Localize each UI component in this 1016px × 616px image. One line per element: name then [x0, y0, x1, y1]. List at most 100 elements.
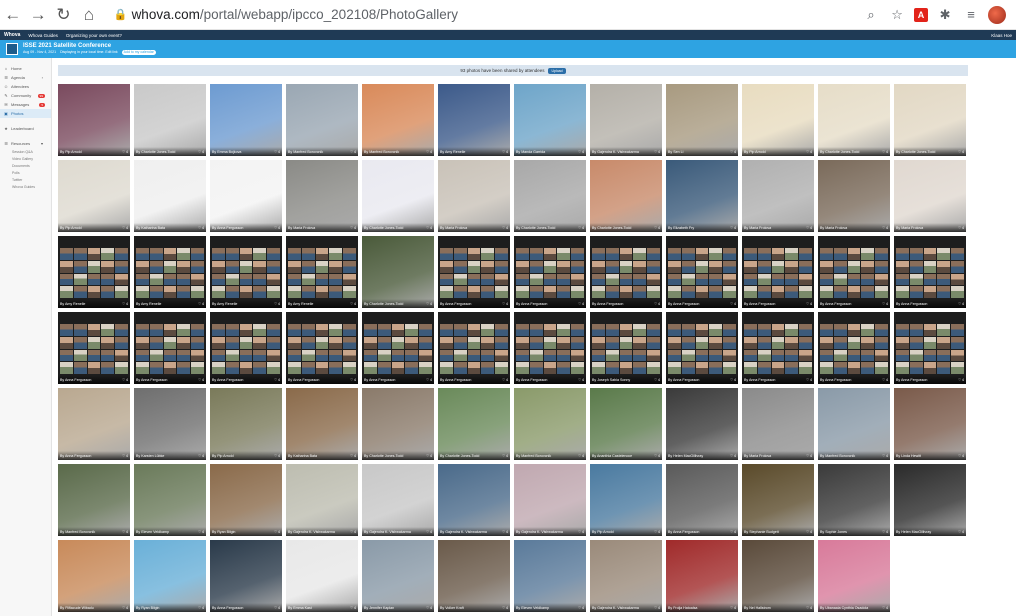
photo-tile[interactable]: By Maria Frolova ♡ 4: [742, 388, 814, 460]
photo-tile[interactable]: By Ryan Bilgin ♡ 4: [210, 464, 282, 536]
like-icon[interactable]: ♡ 4: [198, 606, 204, 610]
sidebar-item-attendees[interactable]: ☺ Attendees: [0, 82, 51, 91]
like-icon[interactable]: ♡ 4: [578, 378, 584, 382]
add-calendar-button[interactable]: Add to my calendar: [121, 50, 156, 55]
like-icon[interactable]: ♡ 4: [502, 530, 508, 534]
like-icon[interactable]: ♡ 4: [274, 378, 280, 382]
like-icon[interactable]: ♡ 4: [502, 302, 508, 306]
like-icon[interactable]: ♡ 4: [578, 150, 584, 154]
like-icon[interactable]: ♡ 4: [882, 530, 888, 534]
like-icon[interactable]: ♡ 4: [654, 530, 660, 534]
like-icon[interactable]: ♡ 4: [730, 454, 736, 458]
photo-tile[interactable]: By Anna Fergusson ♡ 4: [362, 312, 434, 384]
like-icon[interactable]: ♡ 4: [730, 150, 736, 154]
photo-tile[interactable]: By Stephanie Budgett ♡ 4: [742, 464, 814, 536]
photo-tile[interactable]: By Joseph Sabia Sonny ♡ 4: [590, 312, 662, 384]
photo-tile[interactable]: By Pip Arnold ♡ 4: [58, 160, 130, 232]
sidebar-sub-item[interactable]: Documents: [0, 162, 51, 169]
like-icon[interactable]: ♡ 4: [426, 454, 432, 458]
like-icon[interactable]: ♡ 4: [122, 226, 128, 230]
photo-tile[interactable]: By Charlotte Jones-Todd ♡ 4: [362, 236, 434, 308]
like-icon[interactable]: ♡ 4: [882, 454, 888, 458]
photo-tile[interactable]: By Manfred Borovcnik ♡ 4: [286, 84, 358, 156]
photo-tile[interactable]: By Anna Fergusson ♡ 4: [514, 312, 586, 384]
photo-tile[interactable]: By Pip Arnold ♡ 4: [58, 84, 130, 156]
photo-tile[interactable]: By Anna Fergusson ♡ 4: [666, 236, 738, 308]
photo-tile[interactable]: By Eleven Veldkamp ♡ 4: [134, 464, 206, 536]
like-icon[interactable]: ♡ 4: [882, 302, 888, 306]
like-icon[interactable]: ♡ 4: [958, 454, 964, 458]
photo-tile[interactable]: By Anna Fergusson ♡ 4: [286, 312, 358, 384]
photo-tile[interactable]: By Anna Fergusson ♡ 4: [894, 312, 966, 384]
like-icon[interactable]: ♡ 4: [350, 454, 356, 458]
reading-list-icon[interactable]: ≡: [962, 6, 980, 24]
photo-tile[interactable]: By Fiifiacude Wibadu ♡ 4: [58, 540, 130, 612]
back-icon[interactable]: ←: [0, 1, 25, 29]
like-icon[interactable]: ♡ 4: [730, 378, 736, 382]
organize-event-link[interactable]: Organizing your own event?: [66, 33, 122, 38]
upload-button[interactable]: Upload: [548, 67, 566, 74]
sidebar-sub-item[interactable]: Session Q&A: [0, 148, 51, 155]
photo-tile[interactable]: By Anna Fergusson ♡ 4: [438, 312, 510, 384]
address-bar[interactable]: 🔒 whova.com/portal/webapp/ipcco_202108/P…: [110, 3, 862, 27]
like-icon[interactable]: ♡ 4: [958, 226, 964, 230]
like-icon[interactable]: ♡ 4: [350, 378, 356, 382]
photo-tile[interactable]: By Anna Fergusson ♡ 4: [58, 388, 130, 460]
like-icon[interactable]: ♡ 4: [806, 378, 812, 382]
photo-tile[interactable]: By Pip Arnold ♡ 4: [210, 388, 282, 460]
reload-icon[interactable]: ↻: [51, 1, 76, 29]
like-icon[interactable]: ♡ 4: [198, 378, 204, 382]
photo-tile[interactable]: By Volker Kraft ♡ 4: [438, 540, 510, 612]
photo-tile[interactable]: By Gajendra K. Vishwakarma ♡ 4: [286, 464, 358, 536]
pdf-extension-icon[interactable]: A: [914, 7, 929, 22]
sidebar-sub-item[interactable]: Twitter: [0, 176, 51, 183]
sidebar-item-home[interactable]: ⌂ Home: [0, 64, 51, 73]
photo-tile[interactable]: By Karsten Lübke ♡ 4: [134, 388, 206, 460]
like-icon[interactable]: ♡ 4: [654, 454, 660, 458]
like-icon[interactable]: ♡ 4: [958, 378, 964, 382]
like-icon[interactable]: ♡ 4: [654, 226, 660, 230]
whova-logo[interactable]: Whova: [4, 32, 20, 38]
photo-tile[interactable]: By Amy Renelle ♡ 4: [58, 236, 130, 308]
like-icon[interactable]: ♡ 4: [426, 378, 432, 382]
photo-tile[interactable]: By Charlotte Jones-Todd ♡ 4: [134, 84, 206, 156]
photo-tile[interactable]: By Anna Fergusson ♡ 4: [666, 312, 738, 384]
like-icon[interactable]: ♡ 4: [274, 302, 280, 306]
sidebar-item-photos[interactable]: ▣ Photos: [0, 109, 51, 118]
like-icon[interactable]: ♡ 4: [806, 302, 812, 306]
like-icon[interactable]: ♡ 4: [578, 226, 584, 230]
photo-tile[interactable]: By Charlotte Jones-Todd ♡ 4: [362, 388, 434, 460]
like-icon[interactable]: ♡ 4: [730, 530, 736, 534]
photo-tile[interactable]: By Emma Kast ♡ 4: [286, 540, 358, 612]
like-icon[interactable]: ♡ 4: [578, 302, 584, 306]
photo-tile[interactable]: By Gajendra K. Vishwakarma ♡ 4: [590, 540, 662, 612]
photo-tile[interactable]: By Maria Frolova ♡ 4: [818, 160, 890, 232]
like-icon[interactable]: ♡ 4: [806, 606, 812, 610]
photo-tile[interactable]: By Manfred Borovcnik ♡ 4: [818, 388, 890, 460]
like-icon[interactable]: ♡ 4: [122, 454, 128, 458]
photo-tile[interactable]: By Pip Arnold ♡ 4: [590, 464, 662, 536]
photo-tile[interactable]: By Amy Renelle ♡ 4: [134, 236, 206, 308]
like-icon[interactable]: ♡ 4: [502, 378, 508, 382]
photo-tile[interactable]: By Maria Frolova ♡ 4: [438, 160, 510, 232]
photo-tile[interactable]: By Anna Fergusson ♡ 4: [894, 236, 966, 308]
photo-tile[interactable]: By Anna Fergusson ♡ 4: [210, 312, 282, 384]
timezone-note[interactable]: Displaying in your local time. Edit link: [60, 50, 118, 55]
like-icon[interactable]: ♡ 4: [274, 606, 280, 610]
user-menu[interactable]: Klaas Hoe: [991, 33, 1016, 38]
sidebar-item-agenda[interactable]: ☰ Agenda ›: [0, 73, 51, 82]
profile-avatar[interactable]: [988, 5, 1007, 24]
like-icon[interactable]: ♡ 4: [730, 226, 736, 230]
photo-tile[interactable]: By Sen Li ♡ 4: [666, 84, 738, 156]
photo-tile[interactable]: By Amy Renelle ♡ 4: [210, 236, 282, 308]
like-icon[interactable]: ♡ 4: [122, 530, 128, 534]
photo-tile[interactable]: By Anna Fergusson ♡ 4: [742, 312, 814, 384]
photo-tile[interactable]: By Ananthia Castelenoce ♡ 4: [590, 388, 662, 460]
bookmark-star-icon[interactable]: ☆: [888, 6, 906, 24]
like-icon[interactable]: ♡ 4: [122, 150, 128, 154]
like-icon[interactable]: ♡ 4: [426, 530, 432, 534]
photo-tile[interactable]: By Katharina Bata ♡ 4: [286, 388, 358, 460]
home-icon[interactable]: ⌂: [76, 1, 101, 29]
photo-tile[interactable]: By Ubanaaia Cynthia Osadola ♡ 4: [818, 540, 890, 612]
photo-tile[interactable]: By Gajendra K. Vishwakarma ♡ 4: [514, 464, 586, 536]
